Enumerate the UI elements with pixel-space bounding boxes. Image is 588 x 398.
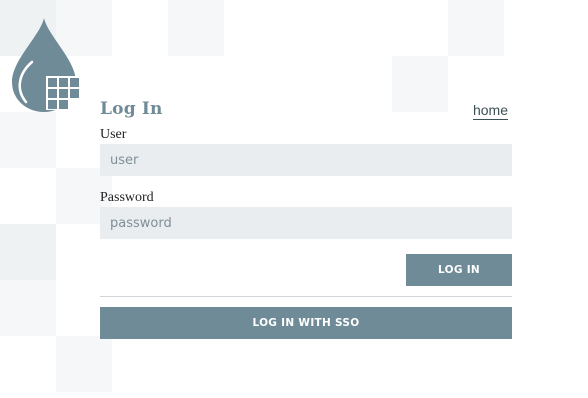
home-link[interactable]: home bbox=[472, 102, 508, 120]
password-input[interactable] bbox=[100, 207, 512, 239]
background-tile bbox=[56, 336, 112, 392]
background-tile bbox=[392, 56, 448, 112]
background-tile bbox=[168, 0, 224, 56]
background-tile bbox=[0, 112, 56, 168]
divider bbox=[100, 296, 512, 297]
background-tile bbox=[0, 224, 56, 280]
app-logo bbox=[10, 16, 84, 112]
sso-login-button[interactable]: LOG IN WITH SSO bbox=[100, 307, 512, 339]
user-label: User bbox=[100, 127, 127, 142]
page-title: Log In bbox=[100, 99, 163, 119]
background-tile bbox=[448, 0, 504, 56]
water-drop-grid-logo-icon bbox=[12, 18, 80, 112]
background-tile bbox=[0, 280, 56, 336]
user-input[interactable] bbox=[100, 144, 512, 176]
login-button[interactable]: LOG IN bbox=[406, 254, 512, 286]
password-label: Password bbox=[100, 190, 154, 205]
